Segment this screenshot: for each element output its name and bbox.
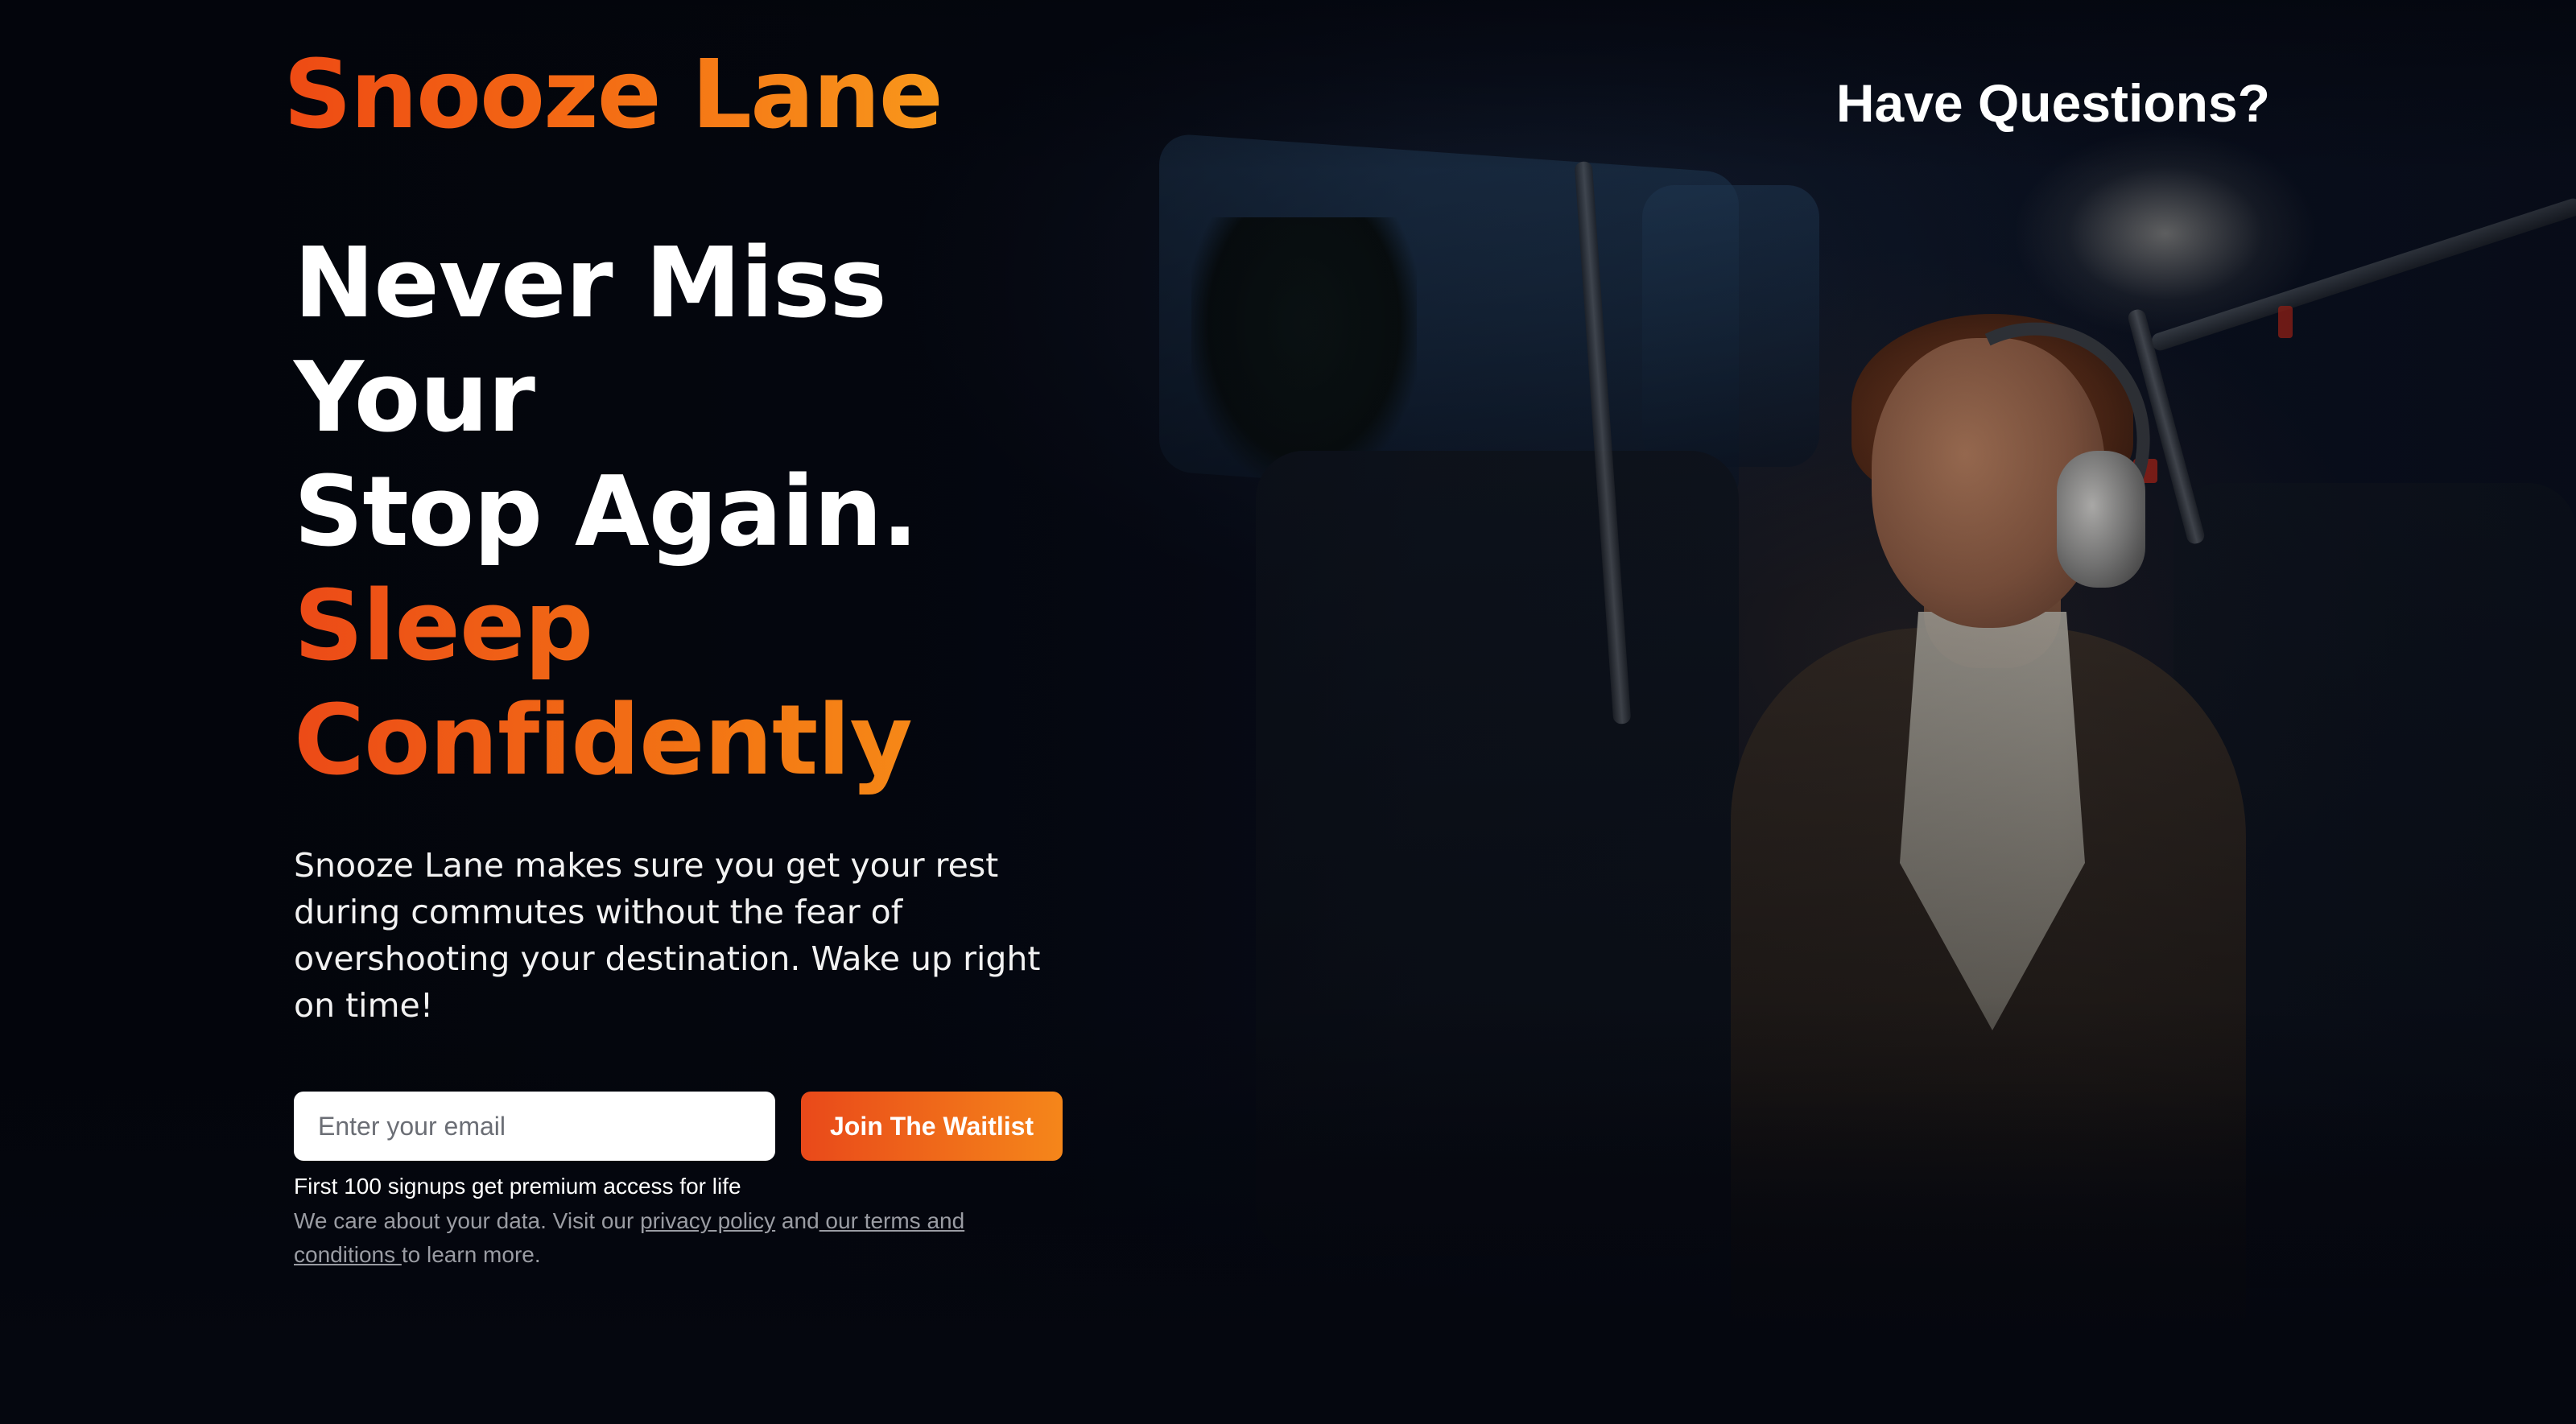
headline-line-1: Never Miss Your xyxy=(294,228,887,454)
join-waitlist-button[interactable]: Join The Waitlist xyxy=(801,1092,1063,1161)
legal-and: and xyxy=(775,1208,819,1233)
email-input[interactable] xyxy=(294,1092,775,1161)
landing-page: Snooze Lane Have Questions? Never Miss Y… xyxy=(0,0,2576,1424)
headline-line-2: Stop Again. xyxy=(294,456,919,568)
legal-suffix: to learn more. xyxy=(401,1242,541,1267)
hero-section: Never Miss Your Stop Again. Sleep Confid… xyxy=(294,227,1139,1272)
hero-headline: Never Miss Your Stop Again. Sleep Confid… xyxy=(294,227,1139,799)
legal-prefix: We care about your data. Visit our xyxy=(294,1208,641,1233)
privacy-policy-link[interactable]: privacy policy xyxy=(640,1208,775,1233)
promo-text: First 100 signups get premium access for… xyxy=(294,1174,741,1199)
hero-description: Snooze Lane makes sure you get your rest… xyxy=(294,846,1041,1025)
legal-notice: We care about your data. Visit our priva… xyxy=(294,1204,1018,1272)
logo[interactable]: Snooze Lane xyxy=(283,47,943,142)
headline-accent: Sleep Confidently xyxy=(294,570,1139,799)
have-questions-link[interactable]: Have Questions? xyxy=(1836,72,2270,134)
waitlist-form: Join The Waitlist xyxy=(294,1092,1139,1161)
